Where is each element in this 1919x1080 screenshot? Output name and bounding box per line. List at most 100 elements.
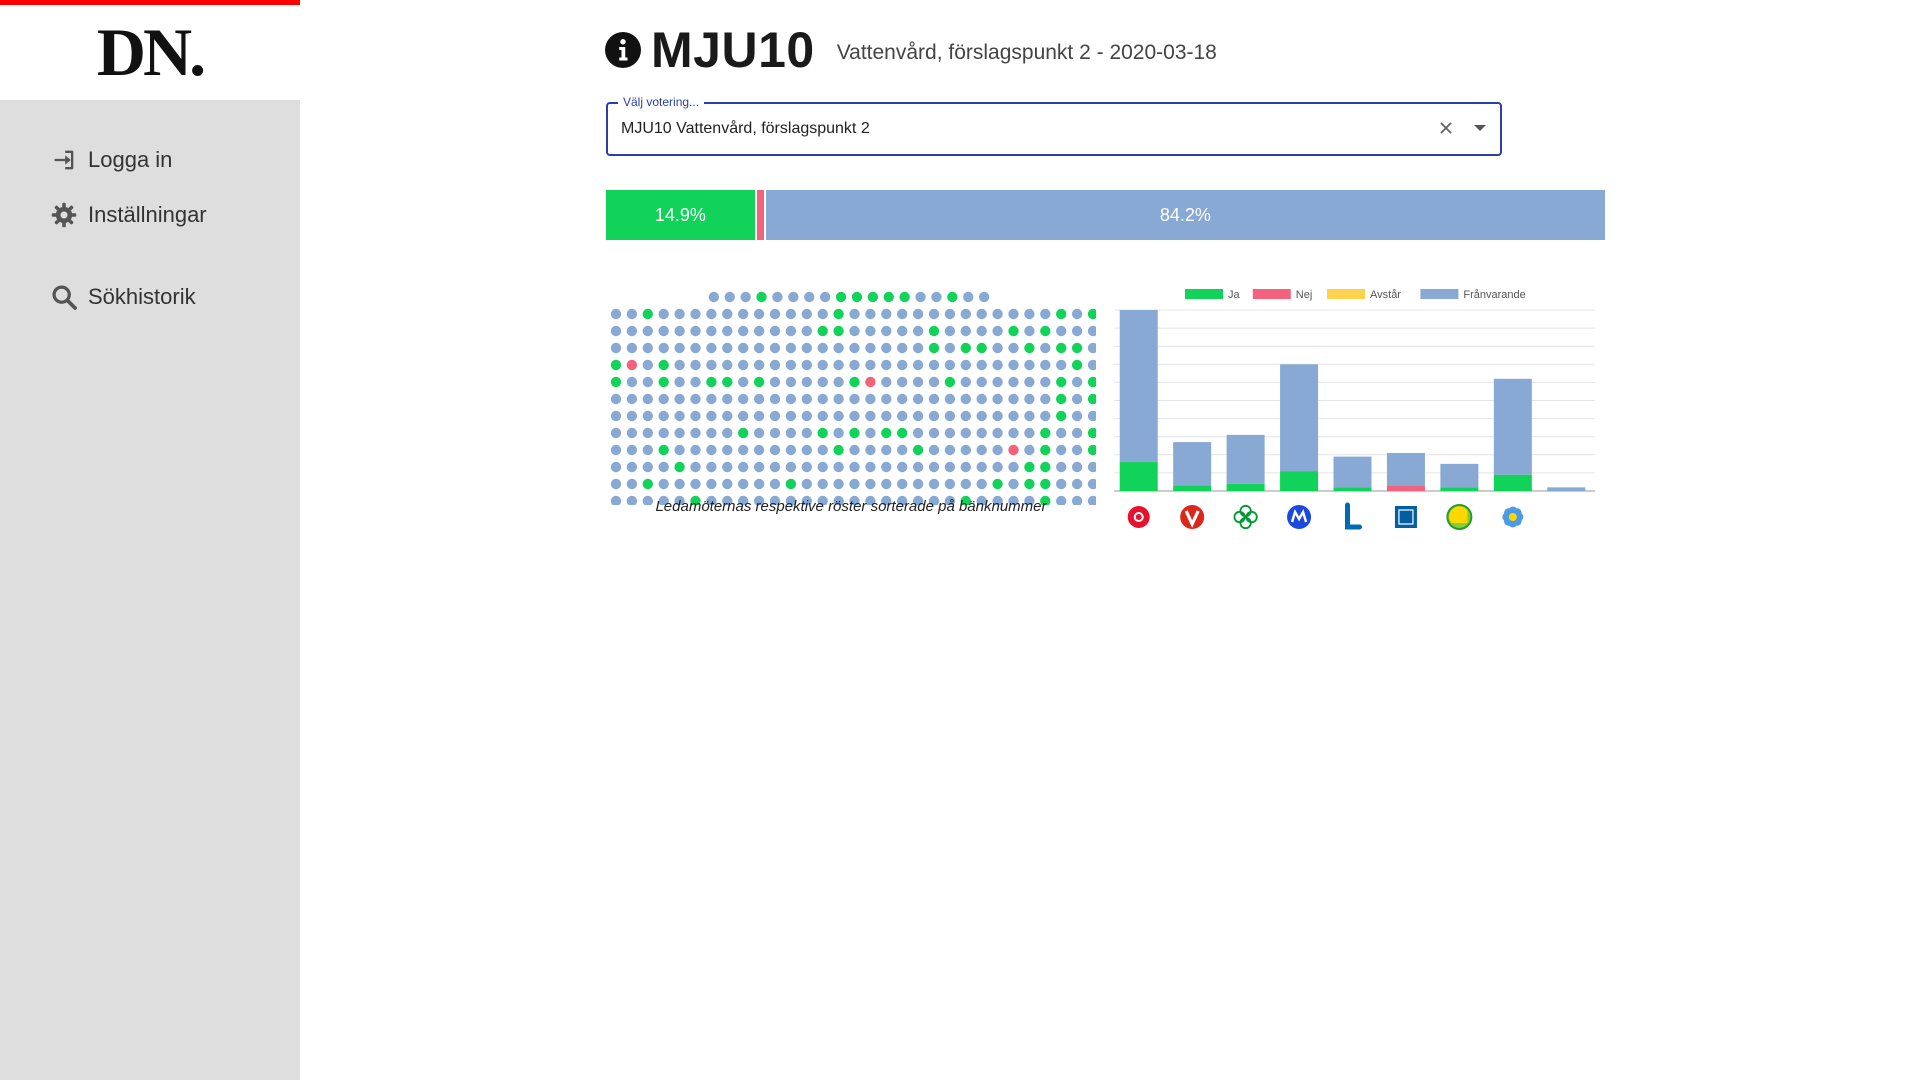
seat-dot[interactable] [849, 342, 860, 354]
seat-dot[interactable] [1087, 478, 1096, 490]
seat-dot[interactable] [706, 376, 717, 388]
seat-dot[interactable] [978, 291, 990, 303]
s-party-icon[interactable] [1127, 506, 1150, 528]
seat-dot[interactable] [849, 325, 860, 337]
seat-dot[interactable] [881, 393, 892, 405]
seat-dot[interactable] [865, 461, 876, 473]
bar-segment[interactable] [1493, 378, 1532, 475]
seat-dot[interactable] [865, 410, 876, 422]
bar-segment[interactable] [1333, 487, 1372, 491]
seat-dot[interactable] [912, 427, 924, 439]
seat-dot[interactable] [912, 478, 924, 490]
seat-dot[interactable] [801, 393, 812, 405]
seat-dot[interactable] [833, 376, 844, 388]
seat-dot[interactable] [928, 478, 940, 490]
bar-segment[interactable] [1386, 485, 1425, 491]
bar-segment[interactable] [1386, 452, 1425, 486]
seat-dot[interactable] [1040, 461, 1051, 473]
kd-party-icon[interactable] [1394, 506, 1417, 528]
seat-dot[interactable] [738, 427, 749, 439]
seat-dot[interactable] [867, 291, 879, 303]
seat-dot[interactable] [738, 342, 749, 354]
seat-dot[interactable] [1024, 444, 1035, 456]
seat-dot[interactable] [722, 410, 733, 422]
seat-dot[interactable] [1056, 461, 1067, 473]
seat-dot[interactable] [817, 325, 828, 337]
seat-dot[interactable] [1087, 308, 1096, 320]
seat-dot[interactable] [626, 461, 638, 473]
seat-dot[interactable] [753, 393, 765, 405]
seat-dot[interactable] [1071, 478, 1083, 490]
seat-dot[interactable] [610, 325, 622, 337]
seat-dot[interactable] [690, 461, 701, 473]
seat-dot[interactable] [674, 478, 685, 490]
seat-dot[interactable] [753, 342, 765, 354]
seat-dot[interactable] [897, 359, 908, 371]
seat-dot[interactable] [1056, 325, 1067, 337]
seat-dot[interactable] [722, 461, 733, 473]
seat-dot[interactable] [833, 461, 844, 473]
seat-dot[interactable] [610, 410, 622, 422]
seat-dot[interactable] [1008, 461, 1019, 473]
seat-dot[interactable] [1008, 410, 1019, 422]
seat-dot[interactable] [928, 308, 940, 320]
seat-dot[interactable] [1008, 342, 1019, 354]
seat-dot[interactable] [881, 478, 892, 490]
seat-dot[interactable] [1008, 325, 1019, 337]
seat-dot[interactable] [1040, 410, 1051, 422]
seat-dot[interactable] [944, 444, 956, 456]
seat-dot[interactable] [658, 461, 669, 473]
seat-dot[interactable] [897, 410, 908, 422]
seat-dot[interactable] [1087, 342, 1096, 354]
bar-segment[interactable] [1547, 487, 1586, 491]
seat-dot[interactable] [944, 308, 956, 320]
seat-dot[interactable] [1056, 427, 1067, 439]
seat-dot[interactable] [738, 325, 749, 337]
seat-dot[interactable] [753, 427, 765, 439]
seat-dot[interactable] [706, 444, 717, 456]
seat-dot[interactable] [897, 342, 908, 354]
seat-dot[interactable] [928, 325, 940, 337]
seat-dot[interactable] [801, 308, 812, 320]
seat-dot[interactable] [1040, 427, 1051, 439]
seat-dot[interactable] [785, 478, 797, 490]
seat-dot[interactable] [817, 444, 828, 456]
bar-segment[interactable] [1226, 483, 1265, 491]
seat-dot[interactable] [1071, 376, 1083, 388]
seat-dot[interactable] [610, 427, 622, 439]
seat-dot[interactable] [706, 427, 717, 439]
seat-dot[interactable] [724, 291, 735, 303]
bar-segment[interactable] [1173, 485, 1212, 491]
seat-dot[interactable] [928, 342, 940, 354]
seat-dot[interactable] [944, 325, 956, 337]
seat-dot[interactable] [960, 376, 971, 388]
seat-dot[interactable] [912, 342, 924, 354]
seat-dot[interactable] [706, 342, 717, 354]
seat-dot[interactable] [1087, 461, 1096, 473]
seat-dot[interactable] [849, 444, 860, 456]
seat-dot[interactable] [1008, 359, 1019, 371]
seat-dot[interactable] [960, 478, 971, 490]
seat-dot[interactable] [801, 342, 812, 354]
seat-dot[interactable] [785, 393, 797, 405]
seat-dot[interactable] [785, 359, 797, 371]
seat-dot[interactable] [626, 308, 638, 320]
seat-dot[interactable] [642, 461, 653, 473]
seat-dot[interactable] [785, 444, 797, 456]
seat-dot[interactable] [1071, 342, 1083, 354]
mp-party-icon[interactable] [1446, 504, 1473, 530]
seat-dot[interactable] [1008, 427, 1019, 439]
seat-dot[interactable] [626, 342, 638, 354]
seat-dot[interactable] [931, 291, 942, 303]
seat-dot[interactable] [753, 444, 765, 456]
seat-dot[interactable] [674, 359, 685, 371]
seat-dot[interactable] [976, 342, 987, 354]
seat-dot[interactable] [976, 376, 987, 388]
seat-dot[interactable] [738, 393, 749, 405]
v-party-icon[interactable] [1180, 505, 1205, 529]
seat-dot[interactable] [881, 325, 892, 337]
seat-dot[interactable] [642, 410, 653, 422]
seat-dot[interactable] [912, 308, 924, 320]
seat-dot[interactable] [881, 427, 892, 439]
seat-dot[interactable] [785, 308, 797, 320]
